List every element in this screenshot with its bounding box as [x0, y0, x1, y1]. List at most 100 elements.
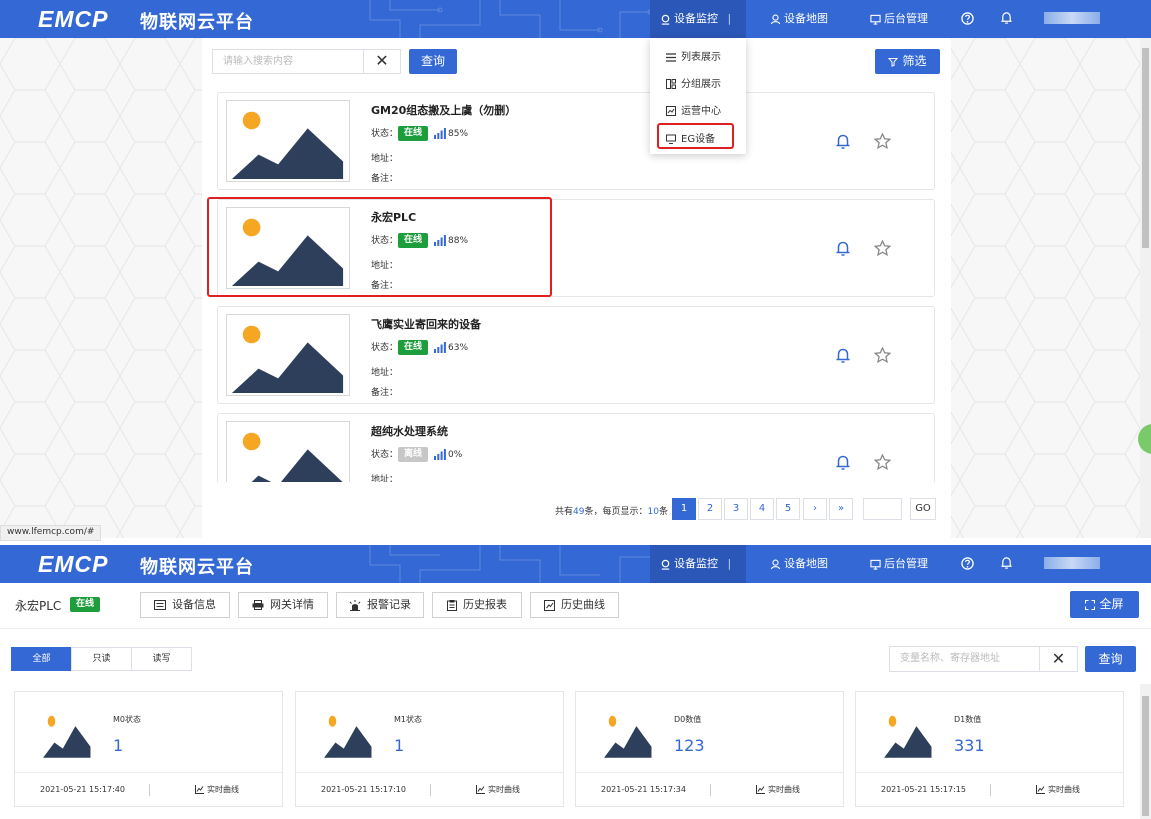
dropdown-item-eg[interactable]: EG设备: [666, 130, 715, 145]
variable-image: [602, 709, 654, 759]
realtime-curve-icon: [476, 785, 485, 794]
highlight-box-device: [207, 197, 552, 297]
status-url: www.lfemcp.com/#: [0, 525, 102, 541]
variable-card[interactable]: M1状态 1 2021-05-21 15:17:10 实时曲线: [295, 691, 564, 807]
tab-history-curve[interactable]: 历史曲线: [530, 592, 619, 618]
content-scrollbar[interactable]: [1140, 684, 1151, 819]
variable-card-separator: [430, 784, 431, 796]
pager-summary: 共有49条，每页显示：10条: [555, 504, 668, 517]
user-avatar-name-2[interactable]: [1044, 557, 1100, 569]
page-next-button[interactable]: ›: [803, 498, 827, 520]
page-scrollbar[interactable]: [1140, 38, 1151, 538]
pager-total: 49: [573, 507, 585, 517]
alarm-bell-icon[interactable]: [835, 454, 851, 475]
realtime-curve-link[interactable]: 实时曲线: [195, 784, 239, 795]
nav-device-map-2[interactable]: 设备地图: [770, 545, 828, 583]
signal-icon: [434, 449, 446, 460]
variable-card-divider: [856, 772, 1123, 773]
alarm-bell-icon[interactable]: [835, 240, 851, 261]
page-jump-input[interactable]: [863, 498, 902, 520]
filter-all[interactable]: 全部: [11, 647, 72, 671]
scrollbar-thumb[interactable]: [1142, 48, 1149, 248]
user-icon: [770, 559, 781, 569]
dropdown-item-group[interactable]: 分组展示: [666, 75, 721, 90]
clear-variable-search-button[interactable]: ✕: [1039, 646, 1078, 672]
pager-per-page[interactable]: 10: [647, 507, 658, 517]
alarm-bell-icon[interactable]: [835, 133, 851, 154]
help-icon[interactable]: [961, 557, 974, 570]
filter-readonly[interactable]: 只读: [71, 647, 132, 671]
filter-readwrite[interactable]: 读写: [131, 647, 192, 671]
variable-name: M1状态: [394, 715, 422, 724]
image-placeholder-icon: [242, 432, 343, 482]
realtime-curve-label: 实时曲线: [1048, 785, 1080, 794]
variable-card[interactable]: D1数值 331 2021-05-21 15:17:15 实时曲线: [855, 691, 1124, 807]
favorite-star-icon[interactable]: [873, 132, 892, 153]
realtime-curve-link[interactable]: 实时曲线: [476, 784, 520, 795]
tab-device-info-label: 设备信息: [172, 598, 216, 611]
page-button[interactable]: 4: [750, 498, 774, 520]
fullscreen-button[interactable]: 全屏: [1070, 591, 1139, 618]
device-name[interactable]: 飞鹰实业寄回来的设备: [371, 316, 481, 332]
page-button[interactable]: 3: [724, 498, 748, 520]
nav-admin-label-2: 后台管理: [884, 557, 928, 570]
variable-search-input[interactable]: 变量名称、寄存器地址: [889, 646, 1040, 672]
circuit-decoration-2: [369, 545, 650, 583]
alarm-bell-icon[interactable]: [835, 347, 851, 368]
device-image: [226, 421, 350, 482]
bottom-header: EMCP 物联网云平台 设备监控 | 设备地图 后台管理: [0, 545, 1151, 583]
variable-timestamp: 2021-05-21 15:17:34: [601, 785, 686, 794]
tab-history-report[interactable]: 历史报表: [432, 592, 522, 618]
tab-gateway[interactable]: 网关详情: [238, 592, 328, 618]
monitor-dropdown-menu: 列表展示 分组展示 运营中心 EG设备: [650, 38, 746, 154]
image-placeholder-icon: [43, 715, 91, 758]
device-status-row: 状态： 在线 85%: [371, 126, 468, 141]
realtime-curve-link[interactable]: 实时曲线: [756, 784, 800, 795]
page-go-button[interactable]: GO: [910, 498, 936, 520]
status-badge: 在线: [398, 340, 429, 355]
printer-icon: [252, 600, 264, 610]
variable-card-separator: [990, 784, 991, 796]
status-label: 状态：: [371, 450, 399, 460]
device-image: [226, 314, 350, 396]
dropdown-item-list[interactable]: 列表展示: [666, 48, 721, 63]
signal-strength: 0%: [448, 449, 463, 460]
variable-card[interactable]: D0数值 123 2021-05-21 15:17:34 实时曲线: [575, 691, 844, 807]
variable-card-separator: [710, 784, 711, 796]
logo-2[interactable]: EMCP: [38, 551, 108, 578]
tab-alarm[interactable]: 报警记录: [336, 592, 424, 618]
favorite-star-icon[interactable]: [873, 239, 892, 260]
dropdown-item-list-label: 列表展示: [681, 52, 721, 63]
variable-image: [882, 709, 934, 759]
variable-search-button[interactable]: 查询: [1085, 646, 1136, 672]
bell-icon[interactable]: [1000, 556, 1013, 570]
page-button[interactable]: 2: [698, 498, 722, 520]
variable-timestamp: 2021-05-21 15:17:40: [40, 785, 125, 794]
page-button[interactable]: 5: [776, 498, 800, 520]
device-card[interactable]: 超纯水处理系统 状态：离线0% 地址： 备注：: [217, 413, 935, 482]
tab-device-info[interactable]: 设备信息: [140, 592, 230, 618]
page-button[interactable]: 1: [672, 498, 696, 520]
dropdown-item-ops[interactable]: 运营中心: [666, 102, 721, 117]
device-name[interactable]: 超纯水处理系统: [371, 423, 448, 439]
signal-strength: 63%: [448, 342, 469, 353]
nav-device-monitor-2[interactable]: 设备监控 |: [650, 545, 746, 583]
favorite-star-icon[interactable]: [873, 346, 892, 367]
address-label: 地址：: [371, 154, 399, 164]
device-status-badge: 在线: [70, 597, 101, 612]
image-placeholder-icon: [604, 715, 652, 758]
nav-admin-2[interactable]: 后台管理: [870, 545, 928, 583]
realtime-curve-label: 实时曲线: [488, 785, 520, 794]
favorite-star-icon[interactable]: [873, 453, 892, 474]
variable-card[interactable]: M0状态 1 2021-05-21 15:17:40 实时曲线: [14, 691, 283, 807]
logo-title-2: 物联网云平台: [140, 557, 254, 578]
realtime-curve-link[interactable]: 实时曲线: [1036, 784, 1080, 795]
page-last-button[interactable]: »: [829, 498, 853, 520]
content-scrollbar-thumb[interactable]: [1142, 696, 1149, 816]
device-name[interactable]: GM20组态搬及上虞（勿删）: [371, 102, 516, 118]
device-card[interactable]: GM20组态搬及上虞（勿删） 状态： 在线 85% 地址： 备注：: [217, 92, 935, 190]
device-card[interactable]: 飞鹰实业寄回来的设备 状态： 在线 63% 地址： 备注：: [217, 306, 935, 404]
signal-strength: 85%: [448, 128, 469, 139]
dropdown-item-eg-label: EG设备: [681, 134, 716, 145]
note-label: 备注：: [371, 388, 399, 398]
